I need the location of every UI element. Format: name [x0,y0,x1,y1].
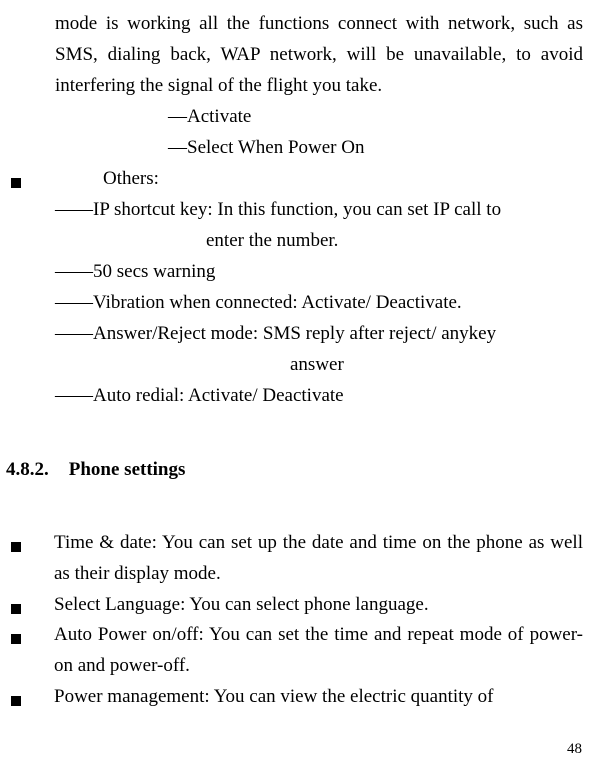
bullet-select-language: Select Language: You can select phone la… [54,590,583,621]
dash-auto-redial: ――Auto redial: Activate/ Deactivate [55,381,583,412]
bullet-icon [11,604,21,614]
bullet-icon [11,542,21,552]
paragraph-flight-mode: mode is working all the functions connec… [55,9,583,102]
dash-ip-shortcut-cont: enter the number. [206,226,587,257]
bullet-auto-power: Auto Power on/off: You can set the time … [54,620,583,682]
dash-ip-shortcut: ――IP shortcut key: In this function, you… [55,195,583,226]
section-number: 4.8.2. [6,455,49,486]
bullet-power-management: Power management: You can view the elect… [54,682,583,713]
bullet-icon [11,178,21,188]
bullet-icon [11,634,21,644]
section-title: Phone settings [69,455,186,486]
others-label: Others: [103,164,159,195]
sub-option-activate: ―Activate [168,102,587,133]
page-number: 48 [567,737,582,761]
bullet-time-date: Time & date: You can set up the date and… [54,528,583,590]
dash-50secs: ――50 secs warning [55,257,583,288]
dash-answer-reject: ――Answer/Reject mode: SMS reply after re… [55,319,583,350]
section-heading: 4.8.2. Phone settings [6,455,587,486]
bullet-icon [11,696,21,706]
dash-answer-reject-cont: answer [290,350,587,381]
sub-option-select-power-on: ―Select When Power On [168,133,587,164]
dash-vibration: ――Vibration when connected: Activate/ De… [55,288,583,319]
